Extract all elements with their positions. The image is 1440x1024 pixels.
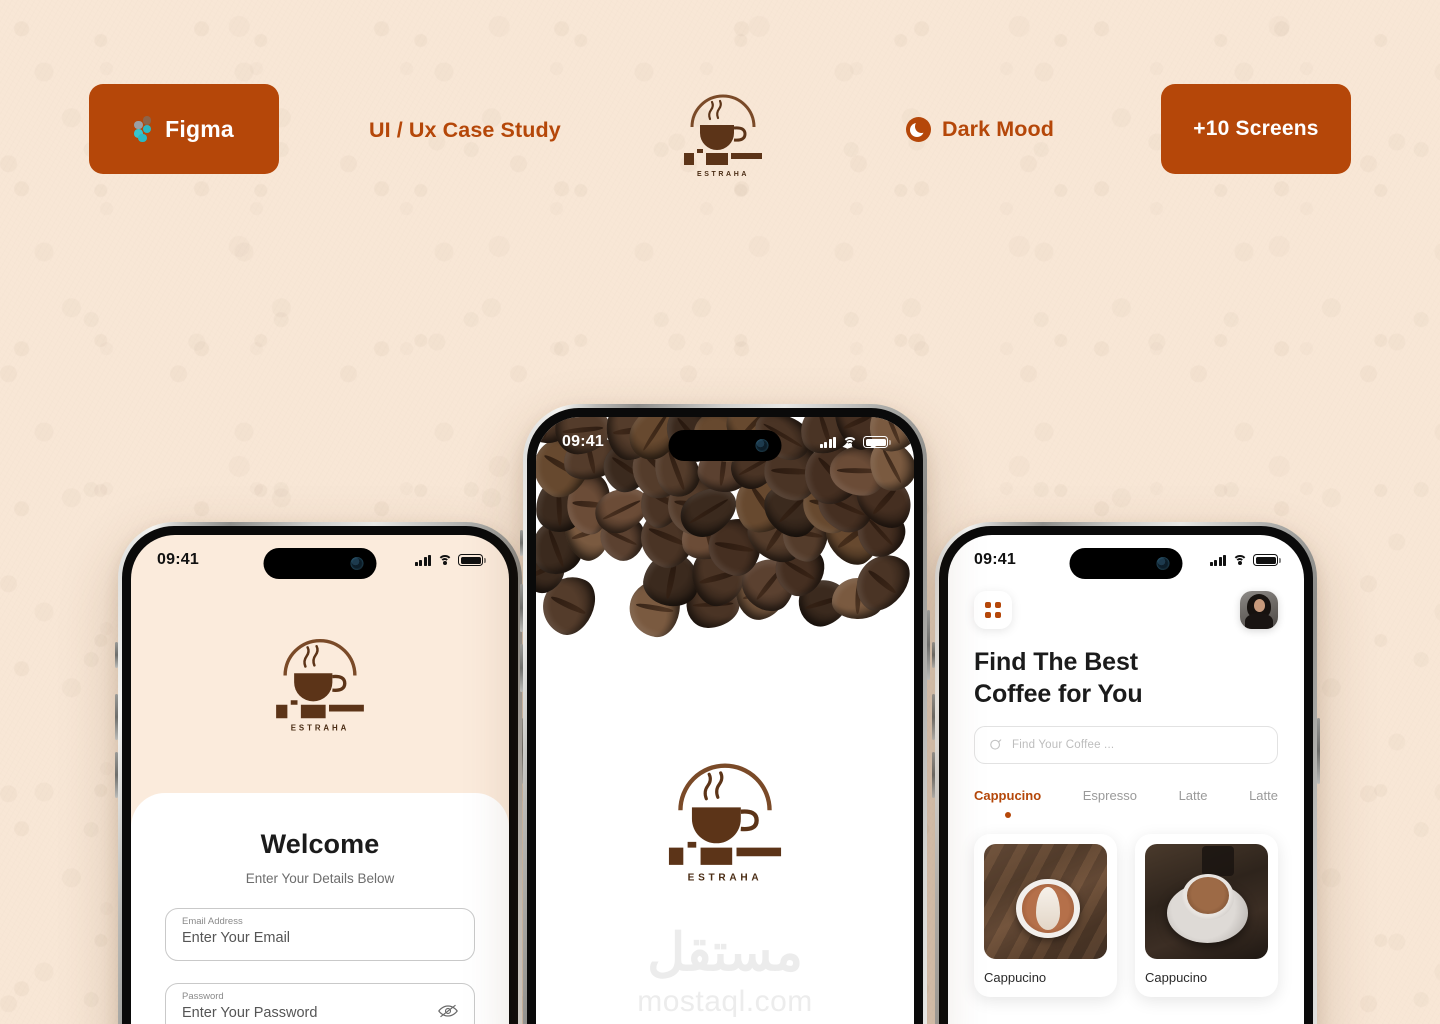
phone-volume-up-right[interactable]: [932, 694, 935, 740]
wifi-icon: [842, 436, 857, 448]
coffee-cup-logo-icon: ESTRAHA: [684, 94, 762, 178]
password-field[interactable]: Password Enter Your Password: [165, 983, 475, 1024]
coffee-card-name: Cappucino: [984, 970, 1047, 985]
figma-icon: [134, 116, 152, 142]
email-field-label: Email Address: [182, 916, 243, 927]
coffee-card[interactable]: Cappucino: [974, 834, 1117, 997]
watermark-latin: mostaql.com: [637, 985, 813, 1018]
login-screen: 09:41 ESTRAHA Welcome Enter Your Details…: [131, 535, 509, 1024]
phone-power-button-right[interactable]: [1317, 718, 1320, 784]
phone-volume-up-center[interactable]: [520, 584, 523, 632]
tab-cappucino-label: Cappucino: [974, 788, 1042, 803]
svg-text:ESTRAHA: ESTRAHA: [291, 724, 349, 733]
home-content: Find The Best Coffee for You Find Your C…: [948, 591, 1304, 1024]
screens-count-label: +10 Screens: [1193, 117, 1319, 140]
tab-latte-2[interactable]: Latte: [1249, 788, 1278, 803]
login-title: Welcome: [260, 829, 380, 859]
search-placeholder: Find Your Coffee ...: [1012, 739, 1115, 751]
status-time-right: 09:41: [974, 551, 1016, 568]
cappuccino-saucer-image: [1145, 844, 1268, 959]
phone-mute-switch-right[interactable]: [932, 642, 935, 668]
grid-icon[interactable]: [974, 591, 1012, 629]
tab-espresso[interactable]: Espresso: [1083, 788, 1137, 803]
phone-volume-down[interactable]: [115, 752, 118, 798]
figma-button-label: Figma: [165, 115, 234, 142]
front-camera-icon: [1156, 557, 1170, 570]
front-camera-icon: [350, 557, 364, 570]
tab-latte-2-label: Latte: [1249, 788, 1278, 803]
phone-mute-switch-center[interactable]: [520, 530, 523, 556]
page-title-line1: Find The Best: [974, 648, 1138, 676]
status-indicators-right: [1210, 554, 1281, 566]
page-title: Find The Best Coffee for You: [974, 647, 1278, 710]
screens-count-button[interactable]: +10 Screens: [1161, 84, 1351, 174]
cellular-bars-icon: [1210, 554, 1226, 566]
latte-art-cup-image: [984, 844, 1107, 959]
coffee-card-name: Cappucino: [1145, 970, 1208, 985]
header-bar: Figma UI / Ux Case Study ESTRAHA Dark Mo…: [0, 0, 1440, 220]
dark-mood-label: Dark Mood: [942, 117, 1054, 141]
coffee-card[interactable]: Cappucino: [1135, 834, 1278, 997]
figma-button[interactable]: Figma: [89, 84, 279, 174]
moon-icon: [906, 117, 931, 142]
dynamic-island-center: [668, 430, 782, 461]
phone-power-button-center[interactable]: [927, 610, 930, 680]
battery-icon: [458, 554, 486, 566]
active-tab-dot: [1004, 812, 1011, 818]
email-field-value: Enter Your Email: [182, 930, 291, 946]
password-field-label: Password: [182, 991, 224, 1002]
svg-text:ESTRAHA: ESTRAHA: [688, 873, 763, 884]
phone-volume-down-right[interactable]: [932, 752, 935, 798]
status-indicators-center: [820, 436, 891, 448]
search-input[interactable]: Find Your Coffee ...: [974, 726, 1278, 764]
case-study-label: UI / Ux Case Study: [369, 118, 561, 142]
avatar[interactable]: [1240, 591, 1278, 629]
battery-icon: [863, 436, 891, 448]
page-title-line2: Coffee for You: [974, 679, 1143, 708]
status-time-center: 09:41: [562, 433, 604, 450]
wifi-icon: [1232, 554, 1247, 566]
wifi-icon: [437, 554, 452, 566]
home-top-bar: [974, 591, 1278, 629]
dynamic-island-right: [1069, 548, 1183, 579]
mostaql-watermark: مستقل mostaql.com: [610, 927, 840, 1019]
search-icon: [989, 738, 1003, 752]
eye-off-icon[interactable]: [438, 1004, 458, 1018]
email-field[interactable]: Email Address Enter Your Email: [165, 908, 475, 961]
brand-logo: ESTRAHA: [676, 83, 770, 179]
login-form-card: Welcome Enter Your Details Below Email A…: [131, 793, 509, 1024]
tab-cappucino[interactable]: Cappucino: [974, 788, 1041, 818]
login-subtitle: Enter Your Details Below: [245, 871, 395, 886]
tab-espresso-label: Espresso: [1082, 788, 1137, 803]
coffee-cards: Cappucino Cappucino: [974, 834, 1278, 997]
status-time: 09:41: [157, 551, 199, 568]
phone-mockup-splash: 09:41 ESTRAHA مستقل mostaql.com: [520, 404, 930, 1024]
front-camera-icon: [755, 439, 769, 452]
battery-icon: [1253, 554, 1281, 566]
phone-mute-switch[interactable]: [115, 642, 118, 668]
cellular-bars-icon: [820, 436, 836, 448]
cellular-bars-icon: [415, 554, 431, 566]
phone-mockup-login: 09:41 ESTRAHA Welcome Enter Your Details…: [115, 522, 525, 1024]
tab-latte-1[interactable]: Latte: [1179, 788, 1208, 803]
home-screen: 09:41 Find The Best Coffee for You Find …: [948, 535, 1304, 1024]
watermark-arabic: مستقل: [647, 924, 803, 982]
status-indicators: [415, 554, 486, 566]
dynamic-island-left: [263, 548, 377, 579]
phone-volume-up[interactable]: [115, 694, 118, 740]
splash-brand-logo: ESTRAHA: [656, 747, 794, 885]
tab-latte-1-label: Latte: [1178, 788, 1208, 803]
svg-text:ESTRAHA: ESTRAHA: [697, 171, 749, 178]
category-tabs: Cappucino Espresso Latte Latte: [974, 788, 1278, 818]
splash-screen: 09:41 ESTRAHA مستقل mostaql.com: [536, 417, 914, 1024]
login-brand-logo: ESTRAHA: [265, 626, 375, 734]
phone-volume-down-center[interactable]: [520, 644, 523, 692]
dark-mood-toggle[interactable]: Dark Mood: [906, 117, 1054, 142]
password-field-value: Enter Your Password: [182, 1005, 318, 1021]
phone-mockup-home: 09:41 Find The Best Coffee for You Find …: [932, 522, 1320, 1024]
